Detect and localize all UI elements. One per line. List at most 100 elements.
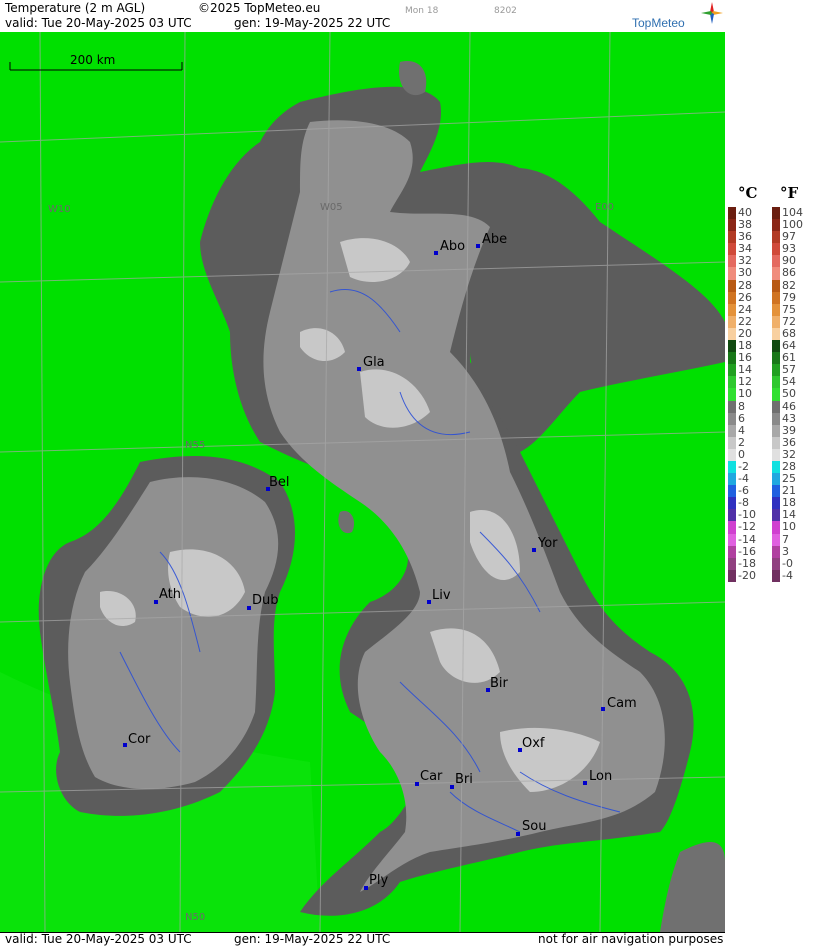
legend-swatch [772,473,780,486]
legend-label: 39 [782,423,796,437]
legend-swatch [772,412,780,425]
legend-label: 10 [738,387,752,401]
legend-label: 36 [782,435,796,449]
legend-swatch [772,388,780,401]
city-label: Abe [482,232,507,247]
city-label: Sou [522,819,546,834]
legend-label: 26 [738,290,752,304]
legend-swatch [728,340,736,353]
legend-swatch [772,400,780,413]
legend-swatch [772,255,780,268]
city-marker [247,606,251,610]
legend-label: 75 [782,302,796,316]
legend-swatch [728,497,736,510]
compass-star-icon [701,2,723,24]
city-marker [601,707,605,711]
legend-swatch [728,545,736,558]
legend-label: 10 [782,520,796,534]
legend-swatch [728,315,736,328]
city-label: Gla [363,355,385,370]
city-marker [450,785,454,789]
legend-swatch [728,279,736,292]
grid-label-w10: W10 [48,204,71,215]
city-label: Ply [369,873,388,888]
temperature-map[interactable]: W10 W05 E00 N55 N50 200 km Abo Abe Gla B… [0,32,725,933]
legend-swatch [728,424,736,437]
legend-label: 7 [782,532,789,546]
grid-label-w05: W05 [320,202,343,213]
legend-swatch [772,545,780,558]
grid-label-n55: N55 [185,440,205,451]
generated-time: gen: 19-May-2025 22 UTC [234,16,391,30]
legend-celsius-title: °C [738,184,758,202]
run-day-label: Mon 18 [405,6,439,16]
legend-swatch [728,460,736,474]
city-marker [434,251,438,255]
legend-swatch [728,352,736,365]
legend-swatch [772,436,780,449]
legend-swatch [772,327,780,341]
legend-swatch [772,279,780,292]
city-label: Dub [252,593,279,608]
scale-bar-label: 200 km [70,53,115,67]
legend-swatch [772,219,780,232]
city-label: Bri [455,772,473,787]
legend-label: 2 [738,435,745,449]
city-marker [532,548,536,552]
legend-swatch [772,243,780,256]
legend-swatch [728,569,736,582]
city-marker [415,782,419,786]
legend-label: -14 [738,532,756,546]
city-label: Car [420,769,443,784]
city-marker [123,743,127,747]
legend-swatch [728,231,736,244]
city-marker [364,886,368,890]
legend-label: 30 [738,266,752,280]
city-label: Cor [128,732,151,747]
legend-label: 4 [738,423,745,437]
city-label: Oxf [522,736,545,751]
legend-swatch [728,376,736,389]
product-code: 8202 [494,6,517,16]
legend-label: -4 [782,568,793,582]
valid-time: valid: Tue 20-May-2025 03 UTC [5,16,192,30]
footer-generated-time: gen: 19-May-2025 22 UTC [234,932,391,946]
legend-swatch [728,291,736,304]
city-marker [154,600,158,604]
legend-swatch [772,460,780,474]
legend-swatch [728,267,736,280]
legend-label: -20 [738,568,756,582]
legend-label: -12 [738,520,756,534]
legend-swatch [728,219,736,232]
legend-swatch [772,315,780,328]
legend-swatch [772,533,780,546]
legend-swatch [728,400,736,413]
grid-label-e00: E00 [595,202,614,213]
legend-swatch [728,521,736,534]
legend-swatch [772,424,780,437]
legend-swatch [772,569,780,582]
legend-label: 6 [738,411,745,425]
legend-swatch [772,291,780,304]
city-label: Liv [432,588,451,603]
legend-fahrenheit-title: °F [780,184,799,202]
city-label: Bir [490,676,509,691]
legend-swatch [772,497,780,510]
legend-swatch [772,557,780,570]
legend-swatch [772,521,780,534]
legend-swatch [772,267,780,280]
brand-name: TopMeteo [632,16,685,30]
scale-bar: 200 km [9,53,183,71]
city-marker [427,600,431,604]
legend-swatch [772,340,780,353]
legend-swatch [728,557,736,570]
legend-label: 8 [738,399,745,413]
city-label: Lon [589,769,612,784]
legend-swatch [772,231,780,244]
city-label: Ath [159,587,181,602]
city-marker [476,244,480,248]
legend-label: -0 [782,556,793,570]
city-label: Cam [607,696,637,711]
legend-swatch [772,485,780,498]
legend-swatch [772,509,780,522]
